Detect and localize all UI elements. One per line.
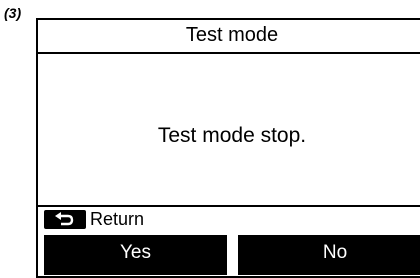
return-control[interactable]: Return [44,209,144,229]
step-label: (3) [4,5,22,21]
status-message: Test mode stop. [157,124,307,147]
divider [38,205,420,207]
remote-controller-screen: Test mode Test mode stop. Return Yes No [36,18,420,278]
screen-title: Test mode [38,20,420,54]
yes-button[interactable]: Yes [44,235,227,275]
return-arrow-icon [44,209,86,229]
return-label: Return [90,208,145,229]
no-button[interactable]: No [238,235,420,275]
